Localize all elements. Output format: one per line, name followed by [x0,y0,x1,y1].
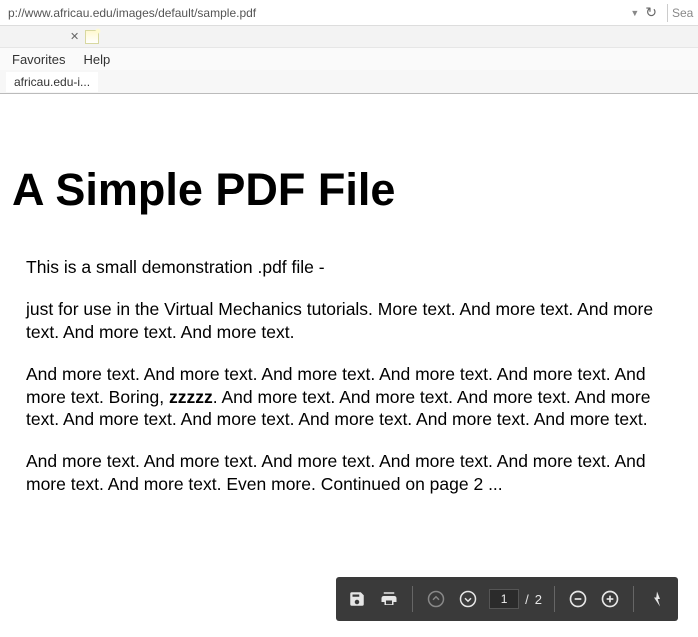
page-down-icon[interactable] [457,588,479,610]
pdf-paragraph: And more text. And more text. And more t… [26,450,656,495]
url-input[interactable] [4,4,630,22]
toolbar-separator [554,586,555,612]
total-pages: 2 [535,592,542,607]
page-indicator: / 2 [489,589,542,609]
pdf-toolbar: / 2 [336,577,678,621]
page-separator: / [525,592,529,607]
menu-bar: Favorites Help [0,48,698,70]
page-up-icon[interactable] [425,588,447,610]
pdf-viewer: A Simple PDF File This is a small demons… [0,94,698,637]
print-icon[interactable] [378,588,400,610]
adobe-icon[interactable] [646,588,668,610]
close-tab-icon[interactable]: ✕ [70,30,79,43]
refresh-icon[interactable]: ↻ [645,4,657,21]
address-bar-controls: ▼ ↻ [630,4,663,21]
document-tab[interactable]: africau.edu-i... [6,72,98,92]
zoom-out-icon[interactable] [567,588,589,610]
dropdown-icon[interactable]: ▼ [630,8,639,18]
document-tab-row: africau.edu-i... [0,70,698,94]
pdf-paragraph: This is a small demonstration .pdf file … [26,256,656,278]
zoom-in-icon[interactable] [599,588,621,610]
pdf-paragraph: And more text. And more text. And more t… [26,363,656,430]
search-box-placeholder[interactable]: Sear [672,6,694,20]
pdf-body: This is a small demonstration .pdf file … [12,256,686,495]
pdf-paragraph: just for use in the Virtual Mechanics tu… [26,298,656,343]
toolbar-separator [633,586,634,612]
menu-favorites[interactable]: Favorites [12,52,65,67]
tab-strip: ✕ [0,26,698,48]
new-tab-button[interactable] [85,30,99,44]
menu-help[interactable]: Help [83,52,110,67]
pdf-page: A Simple PDF File This is a small demons… [0,94,698,495]
address-bar: ▼ ↻ Sear [0,0,698,26]
toolbar-separator [412,586,413,612]
page-number-input[interactable] [489,589,519,609]
save-icon[interactable] [346,588,368,610]
separator [667,4,668,22]
pdf-title: A Simple PDF File [12,164,686,216]
